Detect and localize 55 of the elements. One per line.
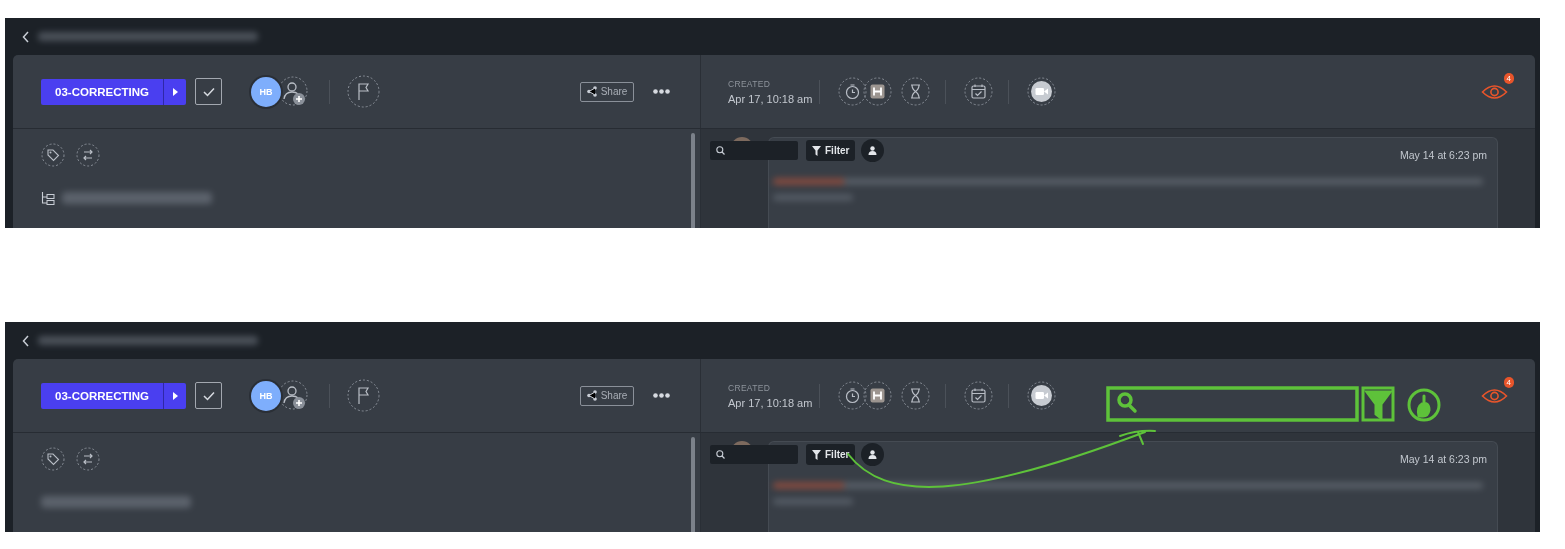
flag-icon[interactable]	[347, 379, 380, 412]
video-icon[interactable]	[1027, 77, 1056, 106]
search-icon	[716, 450, 725, 459]
complete-checkbox[interactable]	[195, 382, 222, 409]
swap-icon[interactable]	[76, 143, 100, 167]
watchers-badge: 4	[1503, 376, 1514, 388]
hourglass-icon[interactable]	[901, 77, 930, 106]
eye-icon[interactable]	[1481, 386, 1508, 405]
add-person-icon[interactable]	[278, 76, 309, 107]
sketched-filter-icon	[1361, 386, 1395, 422]
scrollbar[interactable]	[691, 133, 695, 228]
back-icon[interactable]	[22, 30, 30, 43]
comment-time: May 14 at 6:23 pm	[1400, 453, 1487, 465]
swap-icon[interactable]	[76, 447, 100, 471]
share-icon	[586, 390, 597, 401]
calendar-icon[interactable]	[964, 381, 993, 410]
status-button[interactable]: 03-CORRECTING	[41, 78, 186, 105]
created-label: CREATED	[728, 382, 772, 393]
tag-icon[interactable]	[41, 143, 65, 167]
created-label: CREATED	[728, 78, 772, 89]
video-icon[interactable]	[1027, 381, 1056, 410]
caret-icon	[172, 391, 178, 400]
timer-icon[interactable]	[838, 77, 867, 106]
back-icon[interactable]	[22, 334, 30, 347]
person-icon	[868, 146, 878, 155]
calendar-icon[interactable]	[964, 77, 993, 106]
scrollbar[interactable]	[691, 437, 695, 532]
status-button[interactable]: 03-CORRECTING	[41, 382, 186, 409]
h-icon[interactable]	[863, 381, 892, 410]
h-icon[interactable]	[863, 77, 892, 106]
comment-time: May 14 at 6:23 pm	[1400, 149, 1487, 161]
complete-checkbox[interactable]	[195, 78, 222, 105]
person-icon	[868, 450, 878, 459]
caret-icon	[172, 87, 178, 96]
funnel-icon	[812, 145, 821, 156]
sketched-hand-icon	[1407, 388, 1441, 422]
search-icon	[716, 146, 725, 155]
share-button[interactable]: Share	[580, 385, 634, 406]
more-icon[interactable]	[653, 89, 670, 94]
funnel-icon	[812, 449, 821, 460]
eye-icon[interactable]	[1481, 82, 1508, 101]
check-icon	[202, 390, 215, 401]
filter-button[interactable]: Filter	[806, 444, 856, 465]
hourglass-icon[interactable]	[901, 381, 930, 410]
share-icon	[586, 86, 597, 97]
filter-button[interactable]: Filter	[806, 140, 856, 161]
watchers-badge: 4	[1503, 72, 1514, 84]
more-icon[interactable]	[653, 393, 670, 398]
check-icon	[202, 86, 215, 97]
tag-icon[interactable]	[41, 447, 65, 471]
timer-icon[interactable]	[838, 381, 867, 410]
share-button[interactable]: Share	[580, 81, 634, 102]
add-person-icon[interactable]	[278, 380, 309, 411]
tree-icon	[41, 191, 55, 205]
flag-icon[interactable]	[347, 75, 380, 108]
